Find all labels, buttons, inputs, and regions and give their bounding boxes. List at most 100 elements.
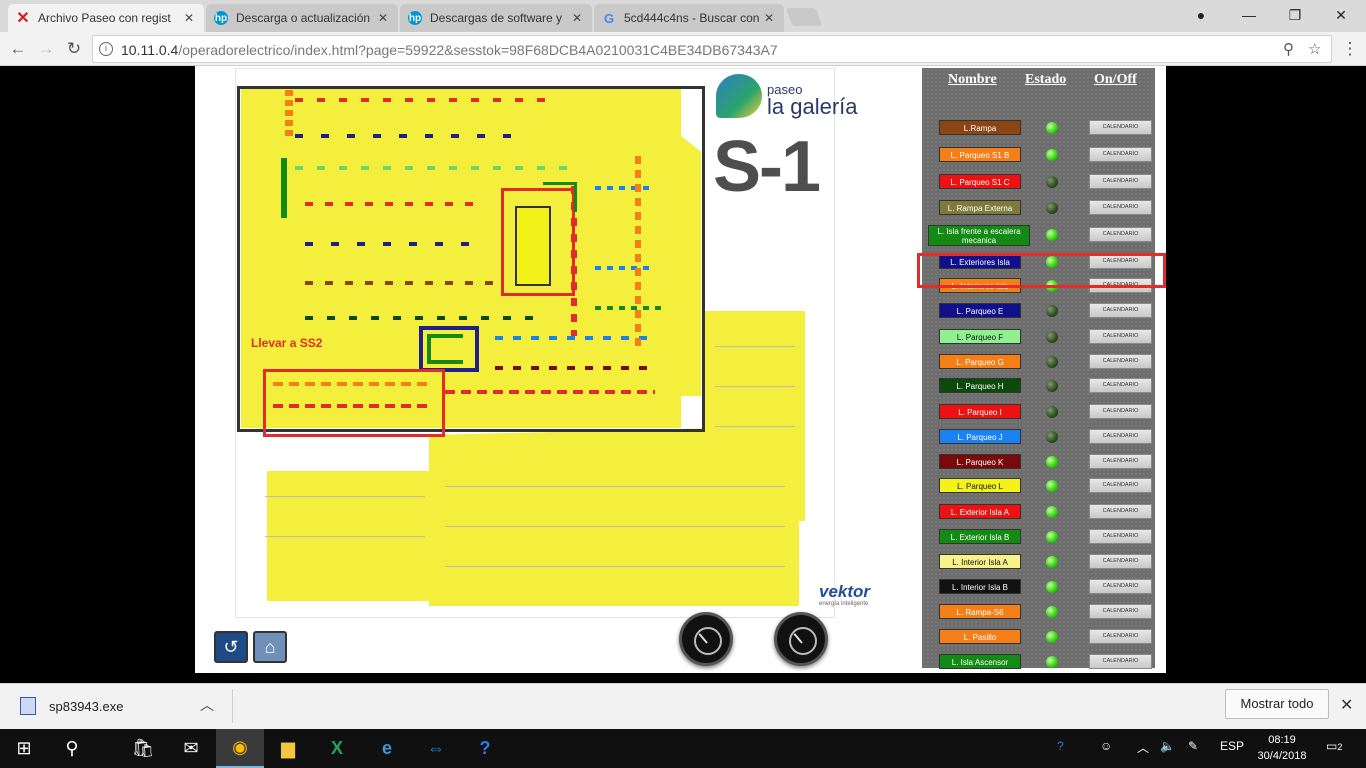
circuit-row: L. Rampa Externa CALENDARIO [922,198,1155,222]
status-led-icon [1046,356,1058,368]
plan-line [445,486,785,487]
forward-arrow-icon[interactable]: → [34,37,58,61]
calendario-button[interactable]: CALENDARIO [1089,654,1152,669]
circuit-name: L. Isla frente a escalera mecanica [928,225,1030,246]
gauge-1-icon[interactable] [679,612,733,666]
close-icon[interactable]: ✕ [762,11,776,25]
notifications-icon[interactable]: ▭2 [1326,739,1342,753]
circuit-name: L. Parqueo G [939,354,1021,369]
chevron-up-tray-icon[interactable]: ︿ [1137,739,1149,756]
clock[interactable]: 08:19 30/4/2018 [1252,732,1312,764]
circuit-name: L. Parqueo F [939,329,1021,344]
calendario-button[interactable]: CALENDARIO [1089,429,1152,444]
calendario-button[interactable]: CALENDARIO [1089,147,1152,162]
download-filename[interactable]: sp83943.exe [49,699,123,714]
close-downloads-icon[interactable]: ✕ [1340,695,1353,715]
calendario-button[interactable]: CALENDARIO [1089,200,1152,215]
status-led-icon [1046,380,1058,392]
tab-descarga[interactable]: hp Descarga o actualización ✕ [206,4,398,32]
close-icon[interactable]: ✕ [570,11,584,25]
back-arrow-icon[interactable]: ← [6,37,30,61]
calendario-button[interactable]: CALENDARIO [1089,354,1152,369]
people-icon[interactable]: ☺ [1100,739,1112,753]
restore-button[interactable]: ❐ [1272,0,1318,30]
info-icon[interactable]: i [99,42,113,56]
header-state: Estado [1025,72,1067,87]
calendario-button[interactable]: CALENDARIO [1089,454,1152,469]
status-led-icon [1046,631,1058,643]
file-explorer-icon[interactable]: ▆ [264,729,312,768]
header-name: Nombre [948,72,997,87]
teamviewer-icon[interactable]: ⇔ [412,729,460,768]
status-led-icon [1046,229,1058,241]
calendario-button[interactable]: CALENDARIO [1089,329,1152,344]
calendario-button[interactable]: CALENDARIO [1089,529,1152,544]
gauge-2-icon[interactable] [774,612,828,666]
circuit-row: L. Parqueo K CALENDARIO [922,452,1155,476]
menu-kebab-icon[interactable]: ⋮ [1338,37,1362,61]
calendario-button[interactable]: CALENDARIO [1089,303,1152,318]
tab-google-search[interactable]: G 5cd444c4ns - Buscar con ✕ [594,4,784,32]
tab-descargas-software[interactable]: hp Descargas de software y ✕ [400,4,592,32]
language-indicator[interactable]: ESP [1220,739,1244,753]
excel-icon[interactable]: X [313,729,361,768]
mail-icon[interactable]: ✉ [167,729,215,768]
calendario-button[interactable]: CALENDARIO [1089,404,1152,419]
reload-icon[interactable]: ↻ [62,37,86,61]
circuit-row: L. Parqueo I CALENDARIO [922,402,1155,426]
scada-page: Llevar a SS2 paseo la galería S-1 vektor… [195,66,1166,673]
windows-start-icon[interactable]: ⊞ [0,729,48,768]
calendario-button[interactable]: CALENDARIO [1089,478,1152,493]
circuit-name: L. Interior Isla B [939,579,1021,594]
calendario-button[interactable]: CALENDARIO [1089,554,1152,569]
close-icon[interactable]: ✕ [376,11,390,25]
store-icon[interactable]: 🛍 [119,729,167,768]
circuit-row: L. Exterior Isla A CALENDARIO [922,502,1155,526]
circuit-name: L. Parqueo S1 C [939,174,1021,189]
circuit-name: L. Parqueo K [939,454,1021,469]
circuit-row: L. Exterior Isla B CALENDARIO [922,527,1155,551]
ss2-link-label[interactable]: Llevar a SS2 [251,336,322,350]
show-all-button[interactable]: Mostrar todo [1225,689,1329,719]
paseo-logo-text: paseo la galería [767,82,858,120]
help-icon[interactable]: ? [461,729,509,768]
circuit-name: L. Parqueo J [939,429,1021,444]
help-tray-icon[interactable]: ? [1057,739,1064,753]
circuit-name: L.Rampa [939,120,1021,135]
calendario-button[interactable]: CALENDARIO [1089,504,1152,519]
volume-icon[interactable]: 🔈 [1160,739,1175,753]
close-icon[interactable]: ✕ [182,11,196,25]
status-led-icon [1046,480,1058,492]
calendario-button[interactable]: CALENDARIO [1089,629,1152,644]
tab-archivo-paseo[interactable]: ✕ Archivo Paseo con regist ✕ [8,4,204,32]
calendario-button[interactable]: CALENDARIO [1089,604,1152,619]
circuit-row: L. Interior Isla B CALENDARIO [922,577,1155,601]
status-led-icon [1046,176,1058,188]
minimize-button[interactable]: — [1226,0,1272,30]
calendario-button[interactable]: CALENDARIO [1089,120,1152,135]
plan-line [265,496,425,497]
calendario-button[interactable]: CALENDARIO [1089,174,1152,189]
edge-icon[interactable]: e [363,729,411,768]
hp-favicon-icon: hp [214,11,228,25]
calendario-button[interactable]: CALENDARIO [1089,378,1152,393]
circuit-row: L. Isla frente a escalera mecanica CALEND… [922,225,1155,249]
address-bar[interactable]: i 10.11.0.4/operadorelectrico/index.html… [92,35,1332,63]
back-arrow-nav-icon[interactable]: ↺ [214,631,248,663]
calendario-button[interactable]: CALENDARIO [1089,227,1152,242]
close-window-button[interactable]: ✕ [1318,0,1364,30]
new-tab-button[interactable] [785,8,823,26]
zoom-icon[interactable]: ⚲ [1283,40,1294,58]
profile-icon[interactable]: ● [1178,0,1224,30]
calendario-button[interactable]: CALENDARIO [1089,579,1152,594]
ss2-link-area[interactable] [263,369,445,437]
circuit-row: L. Isla Ascensor CALENDARIO [922,652,1155,673]
bookmark-star-icon[interactable]: ☆ [1308,40,1321,58]
status-led-icon [1046,122,1058,134]
chrome-icon[interactable]: ◉ [216,729,264,768]
home-icon[interactable]: ⌂ [253,631,287,663]
status-led-icon [1046,202,1058,214]
search-icon[interactable]: ⚲ [48,729,96,768]
pen-icon[interactable]: ✎ [1188,739,1198,753]
chevron-up-icon[interactable]: ︿ [200,695,214,715]
